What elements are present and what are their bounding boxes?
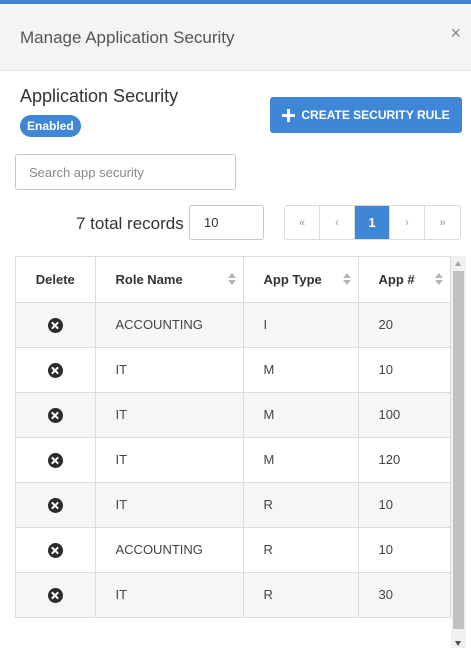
delete-icon[interactable] <box>47 452 63 468</box>
modal-title: Manage Application Security <box>20 28 235 47</box>
delete-cell <box>16 347 96 393</box>
table-row: IT M 100 <box>16 392 450 438</box>
delete-icon[interactable] <box>47 362 63 378</box>
app-type-cell: M <box>243 347 359 393</box>
scroll-up-arrow-icon[interactable] <box>455 261 461 266</box>
security-table: Delete Role Name App Type App # ACCOUNTI… <box>15 256 451 618</box>
app-type-cell: M <box>243 437 359 483</box>
app-number-cell: 10 <box>358 347 450 393</box>
column-header-app-number-label: App # <box>378 271 415 287</box>
app-type-cell: R <box>243 482 359 528</box>
app-number-cell: 10 <box>358 482 450 528</box>
modal-header: Manage Application Security × <box>0 4 471 71</box>
column-header-app-number[interactable]: App # <box>358 257 450 303</box>
delete-icon[interactable] <box>47 497 63 513</box>
scroll-down-arrow-icon[interactable] <box>455 641 461 646</box>
sort-icon[interactable] <box>435 273 443 286</box>
first-page-button[interactable]: « <box>285 206 320 239</box>
column-header-app-type[interactable]: App Type <box>243 257 359 303</box>
delete-cell <box>16 302 96 348</box>
app-number-cell: 10 <box>358 527 450 573</box>
close-icon[interactable]: × <box>450 24 461 42</box>
column-header-delete: Delete <box>16 257 96 303</box>
delete-icon[interactable] <box>47 317 63 333</box>
role-name-cell: IT <box>95 437 244 483</box>
role-name-cell: ACCOUNTING <box>95 527 244 573</box>
role-name-cell: IT <box>95 482 244 528</box>
delete-icon[interactable] <box>47 587 63 603</box>
app-type-cell: R <box>243 572 359 617</box>
table-row: IT M 120 <box>16 437 450 483</box>
table-row: IT R 10 <box>16 482 450 528</box>
app-type-cell: R <box>243 527 359 573</box>
delete-cell <box>16 572 96 617</box>
app-number-cell: 120 <box>358 437 450 483</box>
role-name-cell: IT <box>95 392 244 438</box>
app-number-cell: 20 <box>358 302 450 348</box>
sort-icon[interactable] <box>227 273 236 286</box>
role-name-cell: IT <box>95 572 244 617</box>
section-title: Application Security <box>20 86 179 106</box>
role-name-cell: ACCOUNTING <box>95 302 244 348</box>
delete-cell <box>16 527 96 573</box>
column-header-role-name[interactable]: Role Name <box>95 257 244 303</box>
app-type-cell: M <box>243 392 359 438</box>
delete-cell <box>16 437 96 483</box>
table-row: IT R 30 <box>16 572 450 617</box>
delete-cell <box>16 392 96 438</box>
scrollbar-thumb[interactable] <box>453 271 464 629</box>
table-row: ACCOUNTING R 10 <box>16 527 450 573</box>
page-size-input[interactable]: 10 <box>189 205 264 240</box>
role-name-cell: IT <box>95 347 244 393</box>
delete-icon[interactable] <box>47 407 63 423</box>
app-number-cell: 30 <box>358 572 450 617</box>
sort-icon[interactable] <box>342 273 351 286</box>
vertical-scrollbar[interactable] <box>451 256 466 648</box>
column-header-role-name-label: Role Name <box>115 271 183 287</box>
column-header-app-type-label: App Type <box>263 271 322 287</box>
pagination: « ‹ 1 › » <box>284 205 461 240</box>
current-page-button[interactable]: 1 <box>355 206 390 239</box>
app-type-cell: I <box>243 302 359 348</box>
prev-page-button[interactable]: ‹ <box>320 206 355 239</box>
delete-cell <box>16 482 96 528</box>
create-security-rule-button[interactable]: CREATE SECURITY RULE <box>270 97 462 133</box>
search-input[interactable] <box>15 154 236 190</box>
status-badge: Enabled <box>20 115 81 137</box>
last-page-button[interactable]: » <box>425 206 460 239</box>
app-number-cell: 100 <box>358 392 450 438</box>
table-row: ACCOUNTING I 20 <box>16 302 450 348</box>
create-button-label: CREATE SECURITY RULE <box>301 108 450 122</box>
next-page-button[interactable]: › <box>390 206 425 239</box>
table-row: IT M 10 <box>16 347 450 393</box>
plus-icon <box>282 108 296 122</box>
delete-icon[interactable] <box>47 542 63 558</box>
table-header-row: Delete Role Name App Type App # <box>16 257 450 303</box>
total-records-text: 7 total records <box>76 214 184 233</box>
